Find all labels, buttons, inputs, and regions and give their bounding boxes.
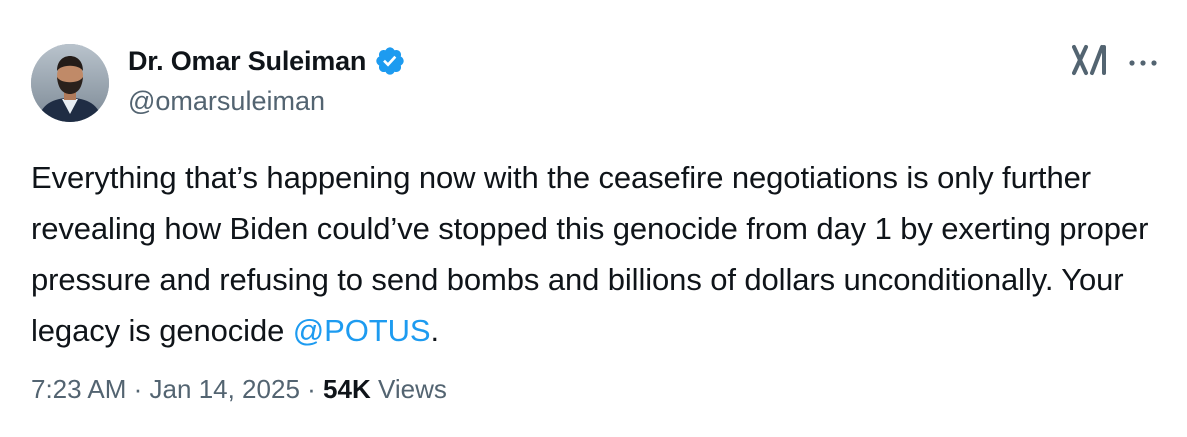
- tweet-text-body: Everything that’s happening now with the…: [31, 160, 1149, 348]
- avatar[interactable]: [31, 44, 109, 122]
- more-options-icon[interactable]: [1127, 56, 1159, 68]
- meta-separator: ·: [133, 374, 143, 404]
- views-count: 54K: [323, 374, 371, 404]
- author-handle[interactable]: @omarsuleiman: [128, 84, 325, 118]
- tweet-date[interactable]: Jan 14, 2025: [150, 374, 300, 404]
- views-label: Views: [377, 374, 447, 404]
- author-display-name[interactable]: Dr. Omar Suleiman: [128, 44, 366, 78]
- author-name-row: Dr. Omar Suleiman: [128, 44, 406, 78]
- tweet-time[interactable]: 7:23 AM: [31, 374, 126, 404]
- tweet-card: Dr. Omar Suleiman @omarsuleiman Everythi…: [0, 0, 1187, 437]
- meta-separator: ·: [307, 374, 316, 404]
- mention-link[interactable]: @POTUS: [293, 313, 431, 348]
- tweet-meta: 7:23 AM · Jan 14, 2025 · 54K Views: [31, 372, 447, 406]
- tweet-text-end: .: [430, 313, 439, 348]
- x-logo-icon[interactable]: [1072, 44, 1108, 76]
- verified-badge-icon[interactable]: [374, 45, 406, 77]
- tweet-text: Everything that’s happening now with the…: [31, 152, 1161, 356]
